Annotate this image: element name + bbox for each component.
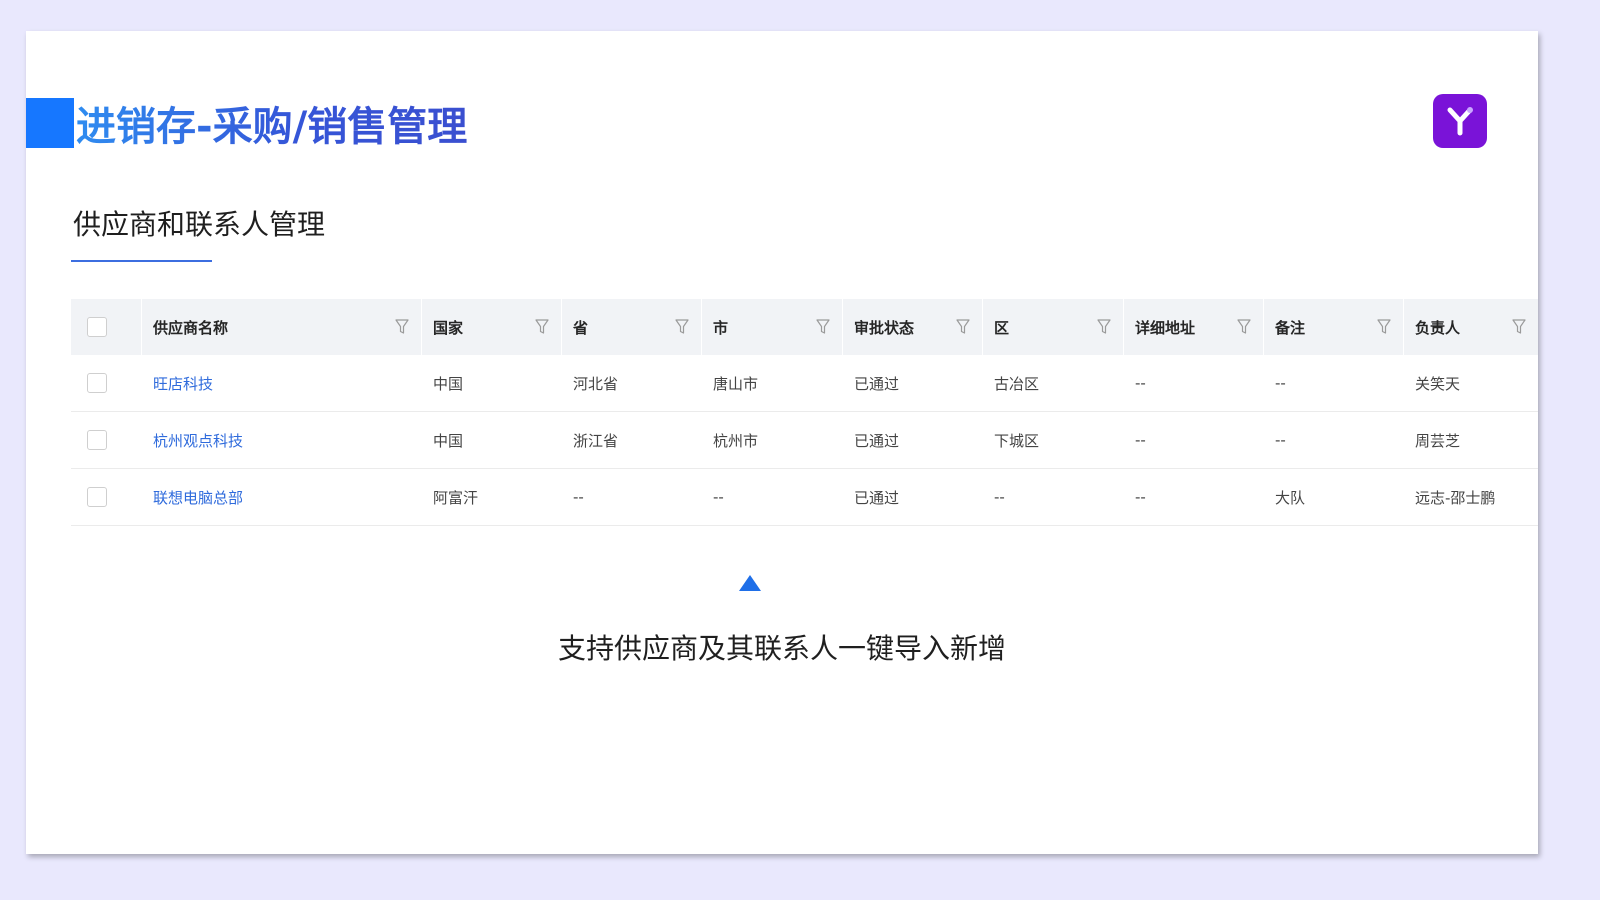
section-underline (71, 260, 212, 262)
table-cell: 大队 (1275, 488, 1306, 507)
table-cell: 周芸芝 (1415, 431, 1461, 450)
section-title: 供应商和联系人管理 (73, 208, 326, 241)
filter-icon[interactable] (395, 319, 409, 335)
table-cell: 杭州市 (713, 431, 759, 450)
column-header-label: 区 (994, 318, 1010, 337)
table-cell: 远志-邵士鹏 (1415, 488, 1496, 507)
table-cell: 中国 (433, 431, 464, 450)
table-cell: 下城区 (994, 431, 1040, 450)
column-header: 备注 (1263, 299, 1403, 355)
filter-icon[interactable] (675, 319, 689, 335)
triangle-up-icon (739, 575, 761, 591)
table-cell: -- (1135, 431, 1146, 449)
column-header-label: 备注 (1275, 318, 1306, 337)
column-header: 供应商名称 (141, 299, 421, 355)
table-cell: 已通过 (854, 374, 900, 393)
table-cell: -- (1275, 431, 1286, 449)
table-row[interactable]: 杭州观点科技 中国 浙江省 杭州市 已通过 下城区 -- -- 周芸芝 (71, 412, 1538, 469)
table-cell: -- (994, 488, 1005, 506)
filter-icon[interactable] (1097, 319, 1111, 335)
row-checkbox[interactable] (87, 430, 107, 450)
table-cell: 浙江省 (573, 431, 619, 450)
column-header-label: 负责人 (1415, 318, 1461, 337)
supplier-table: 供应商名称 国家 省 市 审批状态 区 详细地址 备注 负责人 旺店科技 中国 … (71, 299, 1538, 526)
column-header: 市 (701, 299, 842, 355)
row-select-cell (71, 412, 141, 468)
column-header: 省 (561, 299, 701, 355)
table-cell: 中国 (433, 374, 464, 393)
column-header-label: 省 (573, 318, 589, 337)
select-all-cell (71, 299, 141, 355)
supplier-name-link[interactable]: 旺店科技 (141, 355, 421, 411)
filter-icon[interactable] (1237, 319, 1251, 335)
filter-icon[interactable] (535, 319, 549, 335)
column-header: 国家 (421, 299, 561, 355)
y-logo-icon (1433, 94, 1487, 148)
table-cell: 阿富汗 (433, 488, 479, 507)
row-checkbox[interactable] (87, 373, 107, 393)
column-header: 详细地址 (1123, 299, 1263, 355)
supplier-name-link[interactable]: 联想电脑总部 (141, 469, 421, 525)
column-header: 审批状态 (842, 299, 982, 355)
column-header: 负责人 (1403, 299, 1538, 355)
caption-text: 支持供应商及其联系人一键导入新增 (557, 632, 1006, 665)
row-checkbox[interactable] (87, 487, 107, 507)
page-title: 进销存-采购/销售管理 (76, 99, 467, 155)
supplier-name-link[interactable]: 杭州观点科技 (141, 412, 421, 468)
table-cell: 古冶区 (994, 374, 1040, 393)
filter-icon[interactable] (1377, 319, 1391, 335)
table-cell: -- (1275, 374, 1286, 392)
row-select-cell (71, 355, 141, 411)
select-all-checkbox[interactable] (87, 317, 107, 337)
title-accent-bar (26, 98, 74, 148)
filter-icon[interactable] (1512, 319, 1526, 335)
column-header-label: 详细地址 (1135, 318, 1196, 337)
table-header: 供应商名称 国家 省 市 审批状态 区 详细地址 备注 负责人 (71, 299, 1538, 355)
table-row[interactable]: 联想电脑总部 阿富汗 -- -- 已通过 -- -- 大队 远志-邵士鹏 (71, 469, 1538, 526)
column-header-label: 市 (713, 318, 729, 337)
table-cell: 已通过 (854, 431, 900, 450)
column-header-label: 供应商名称 (153, 318, 229, 337)
slide: 进销存-采购/销售管理 供应商和联系人管理 供应商名称 国家 省 市 审批状态 … (26, 31, 1538, 854)
column-header: 区 (982, 299, 1123, 355)
table-cell: 唐山市 (713, 374, 759, 393)
table-cell: 河北省 (573, 374, 619, 393)
table-cell: -- (1135, 488, 1146, 506)
filter-icon[interactable] (816, 319, 830, 335)
table-cell: -- (1135, 374, 1146, 392)
table-cell: 关笑天 (1415, 374, 1461, 393)
table-cell: 已通过 (854, 488, 900, 507)
filter-icon[interactable] (956, 319, 970, 335)
column-header-label: 国家 (433, 318, 464, 337)
table-cell: -- (713, 488, 724, 506)
table-cell: -- (573, 488, 584, 506)
column-header-label: 审批状态 (854, 318, 915, 337)
row-select-cell (71, 469, 141, 525)
table-row[interactable]: 旺店科技 中国 河北省 唐山市 已通过 古冶区 -- -- 关笑天 (71, 355, 1538, 412)
